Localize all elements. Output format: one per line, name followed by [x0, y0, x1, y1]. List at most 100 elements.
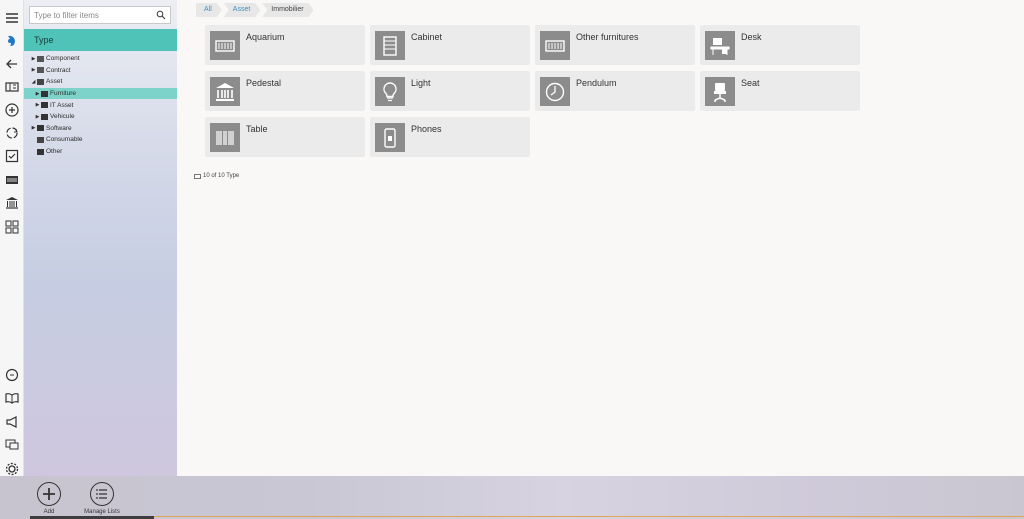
- component-icon: [37, 55, 44, 62]
- tree-item-consumable[interactable]: Consumable: [24, 134, 177, 146]
- tree-item-it-asset[interactable]: ▶ IT Asset: [24, 99, 177, 111]
- bottom-accent-line: [154, 516, 1024, 517]
- book-icon[interactable]: [3, 389, 21, 407]
- tree-item-label: Other: [46, 148, 63, 156]
- filter-input[interactable]: [30, 7, 150, 23]
- tile-label: Seat: [741, 78, 760, 88]
- manage-lists-icon: [90, 482, 114, 506]
- light-bulb-icon: [375, 77, 405, 106]
- tile-label: Desk: [741, 32, 762, 42]
- vehicle-icon: [41, 113, 48, 120]
- tile-label: Pendulum: [576, 78, 617, 88]
- app-logo-icon[interactable]: [3, 32, 21, 50]
- list-count-icon: [194, 173, 201, 179]
- add-button[interactable]: Add: [24, 482, 74, 515]
- phone-icon: [375, 123, 405, 152]
- tree-item-label: Vehicule: [50, 113, 75, 121]
- seat-icon: [705, 77, 735, 106]
- add-icon: [37, 482, 61, 506]
- tile-label: Table: [246, 124, 268, 134]
- expand-arrow-icon[interactable]: ▶: [35, 114, 40, 120]
- expand-arrow-icon[interactable]: ▶: [35, 91, 40, 97]
- aquarium-icon: [210, 31, 240, 60]
- pedestal-icon: [210, 77, 240, 106]
- ticket-icon[interactable]: [3, 78, 21, 96]
- hamburger-menu-icon[interactable]: [3, 9, 21, 27]
- breadcrumb: All Asset Immobilier: [196, 3, 316, 17]
- tree-item-label: IT Asset: [50, 101, 74, 109]
- home-icon: [37, 148, 44, 155]
- tree-item-label: Software: [46, 124, 72, 132]
- tree-item-asset[interactable]: ◢ Asset: [24, 76, 177, 88]
- expand-arrow-icon[interactable]: ▶: [35, 102, 40, 108]
- asset-icon: [37, 78, 44, 85]
- bank-icon[interactable]: [3, 194, 21, 212]
- other-furnitures-icon: [540, 31, 570, 60]
- tile-pendulum[interactable]: Pendulum: [535, 71, 695, 111]
- type-tree-panel: Type ▶ Component ▶ Contract ◢ Asset ▶ Furniture…: [24, 0, 177, 476]
- tile-phones[interactable]: Phones: [370, 117, 530, 157]
- tree-item-label: Furniture: [50, 90, 77, 98]
- breadcrumb-asset[interactable]: Asset: [224, 3, 261, 17]
- sync-icon[interactable]: [3, 124, 21, 142]
- tile-label: Light: [411, 78, 431, 88]
- contract-icon: [37, 67, 44, 74]
- tile-label: Aquarium: [246, 32, 285, 42]
- icon-rail: [0, 0, 24, 476]
- megaphone-icon[interactable]: [3, 413, 21, 431]
- tile-other-furnitures[interactable]: Other furnitures: [535, 25, 695, 65]
- tile-label: Pedestal: [246, 78, 282, 88]
- tree-item-component[interactable]: ▶ Component: [24, 53, 177, 65]
- dashboard-grid-icon[interactable]: [3, 218, 21, 236]
- software-icon: [37, 125, 44, 132]
- barcode-card-icon[interactable]: [3, 171, 21, 189]
- breadcrumb-current: Immobilier: [262, 3, 313, 17]
- tree-item-label: Contract: [46, 66, 71, 74]
- item-count-text: 10 of 10 Type: [203, 173, 240, 179]
- tile-cabinet[interactable]: Cabinet: [370, 25, 530, 65]
- search-icon[interactable]: [156, 10, 166, 20]
- add-button-label: Add: [43, 509, 55, 515]
- manage-lists-label: Manage Lists: [84, 509, 120, 515]
- manage-lists-button[interactable]: Manage Lists: [77, 482, 127, 515]
- filter-box: [29, 6, 171, 24]
- tile-light[interactable]: Light: [370, 71, 530, 111]
- chat-icon[interactable]: [3, 366, 21, 384]
- expand-arrow-icon[interactable]: ▶: [31, 67, 36, 73]
- tile-pedestal[interactable]: Pedestal: [205, 71, 365, 111]
- it-asset-icon: [41, 102, 48, 109]
- tile-aquarium[interactable]: Aquarium: [205, 25, 365, 65]
- tile-table[interactable]: Table: [205, 117, 365, 157]
- checklist-icon[interactable]: [3, 147, 21, 165]
- clock-icon: [540, 77, 570, 106]
- tree-item-software[interactable]: ▶ Software: [24, 123, 177, 135]
- tree-item-label: Consumable: [46, 136, 83, 144]
- conversation-icon[interactable]: [3, 436, 21, 454]
- tree-item-furniture[interactable]: ▶ Furniture: [24, 87, 177, 100]
- tree-item-contract[interactable]: ▶ Contract: [24, 65, 177, 77]
- tile-desk[interactable]: Desk: [700, 25, 860, 65]
- desk-icon: [705, 31, 735, 60]
- expand-arrow-icon[interactable]: ▶: [31, 125, 36, 131]
- tree-item-label: Asset: [46, 78, 63, 86]
- tree-header: Type: [24, 29, 177, 51]
- expand-arrow-icon[interactable]: ◢: [31, 79, 36, 85]
- type-tree: ▶ Component ▶ Contract ◢ Asset ▶ Furniture ▶ IT A…: [24, 53, 177, 157]
- tile-label: Cabinet: [411, 32, 443, 42]
- tile-label: Other furnitures: [576, 32, 639, 42]
- bottom-app-bar: Add Manage Lists: [0, 476, 1024, 519]
- add-circle-icon[interactable]: [3, 101, 21, 119]
- item-count: 10 of 10 Type: [194, 173, 239, 179]
- breadcrumb-all[interactable]: All: [196, 3, 222, 17]
- tree-item-other[interactable]: Other: [24, 146, 177, 158]
- expand-arrow-icon[interactable]: ▶: [31, 56, 36, 62]
- cabinet-icon: [375, 31, 405, 60]
- tree-item-vehicule[interactable]: ▶ Vehicule: [24, 111, 177, 123]
- consumable-icon: [37, 136, 44, 143]
- table-icon: [210, 123, 240, 152]
- furniture-icon: [41, 90, 48, 97]
- back-arrow-icon[interactable]: [3, 55, 21, 73]
- tile-label: Phones: [411, 124, 442, 134]
- tile-seat[interactable]: Seat: [700, 71, 860, 111]
- tree-item-label: Component: [46, 55, 80, 63]
